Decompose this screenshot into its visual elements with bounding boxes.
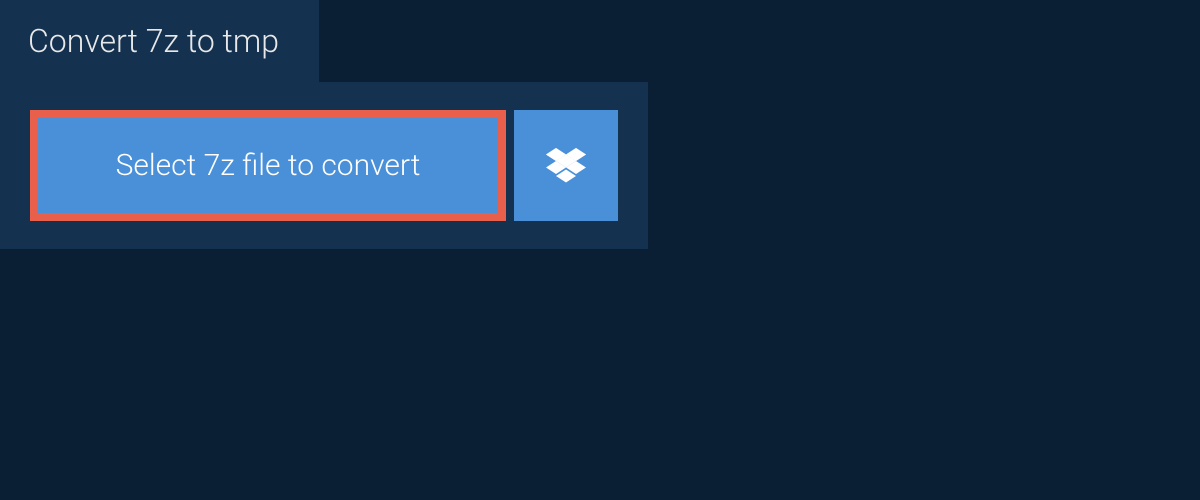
tab-title[interactable]: Convert 7z to tmp xyxy=(0,0,319,82)
dropbox-icon xyxy=(546,148,586,184)
upload-panel: Select 7z file to convert xyxy=(0,82,648,249)
select-file-label: Select 7z file to convert xyxy=(116,148,421,183)
dropbox-button[interactable] xyxy=(514,110,618,221)
select-file-button[interactable]: Select 7z file to convert xyxy=(30,110,506,221)
